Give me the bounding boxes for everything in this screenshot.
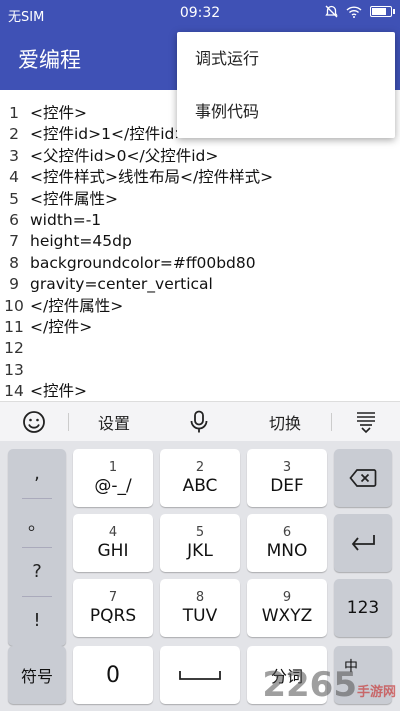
line-number: 1: [9, 104, 19, 122]
key-2[interactable]: 2 ABC: [160, 449, 240, 507]
status-icons: [325, 5, 395, 18]
code-line[interactable]: 14 <控件>: [0, 381, 400, 401]
punct-key-question[interactable]: ?: [8, 547, 66, 596]
line-number: 9: [9, 275, 19, 294]
emoji-button[interactable]: [0, 402, 68, 442]
code-text: backgroundcolor=#ff00bd80: [30, 253, 256, 272]
key-5[interactable]: 5 JKL: [160, 514, 240, 572]
code-text: <父控件id>0</父控件id>: [30, 146, 219, 165]
punctuation-column: , 。 ? !: [8, 449, 66, 646]
status-bar: 无SIM 09:32: [0, 0, 400, 28]
key-6[interactable]: 6 MNO: [247, 514, 327, 572]
code-line[interactable]: 8 backgroundcolor=#ff00bd80: [0, 253, 400, 274]
code-text: <控件样式>线性布局</控件样式>: [30, 168, 274, 187]
alarm-muted-icon: [325, 5, 338, 18]
code-text: <控件>: [30, 382, 87, 401]
wifi-icon: [346, 5, 362, 18]
keyboard-toolbar: 设置 切换: [0, 401, 400, 441]
line-number: 4: [9, 168, 19, 187]
code-line[interactable]: 10 </控件属性>: [0, 296, 400, 317]
code-text: width=-1: [30, 210, 102, 229]
code-line[interactable]: 9 gravity=center_vertical: [0, 274, 400, 295]
menu-item-debug-run[interactable]: 调式运行: [177, 32, 395, 85]
key-8[interactable]: 8 TUV: [160, 579, 240, 637]
overflow-menu: 调式运行 事例代码: [177, 32, 395, 138]
code-text: </控件>: [30, 317, 93, 336]
punct-key-comma[interactable]: ,: [8, 449, 66, 498]
battery-icon: [370, 6, 395, 17]
space-icon: [179, 671, 221, 680]
key-9[interactable]: 9 WXYZ: [247, 579, 327, 637]
voice-input-button[interactable]: [159, 402, 239, 442]
line-number: 8: [9, 253, 19, 272]
code-line[interactable]: 7 height=45dp: [0, 231, 400, 252]
code-line[interactable]: 5 <控件属性>: [0, 189, 400, 210]
punct-key-period[interactable]: 。: [8, 498, 66, 547]
line-number: 5: [9, 189, 19, 208]
punct-key-exclaim[interactable]: !: [8, 596, 66, 645]
key-1[interactable]: 1 @-_/: [73, 449, 153, 507]
line-number: 13: [4, 360, 24, 379]
hide-keyboard-icon: [357, 411, 375, 433]
code-text: gravity=center_vertical: [30, 275, 213, 294]
app-title: 爱编程: [18, 48, 81, 72]
code-line[interactable]: 12: [0, 338, 400, 359]
backspace-icon: [349, 469, 377, 487]
key-7[interactable]: 7 PQRS: [73, 579, 153, 637]
line-number: 3: [9, 146, 19, 165]
code-line[interactable]: 11 </控件>: [0, 317, 400, 338]
switch-button[interactable]: 切换: [239, 402, 331, 442]
code-text: </控件属性>: [30, 296, 124, 315]
settings-button[interactable]: 设置: [69, 402, 159, 442]
t9-keyboard: , 。 ? ! 1 @-_/ 2 ABC 3 DEF 4 GHI 5 JKL 6 MNO 7…: [0, 441, 400, 711]
code-text: <控件id>1</控件id>: [30, 125, 188, 144]
key-0[interactable]: 0: [73, 646, 153, 704]
microphone-icon: [190, 410, 208, 432]
line-number: 14: [4, 382, 24, 401]
space-key[interactable]: [160, 646, 240, 704]
key-4[interactable]: 4 GHI: [73, 514, 153, 572]
line-number: 2: [9, 125, 19, 144]
enter-key[interactable]: [334, 514, 392, 572]
line-number: 6: [9, 210, 19, 229]
line-number: 11: [4, 317, 24, 336]
symbols-key[interactable]: 符号: [8, 646, 66, 704]
code-text: <控件属性>: [30, 189, 118, 208]
line-number: 12: [4, 339, 24, 358]
menu-item-sample-code[interactable]: 事例代码: [177, 85, 395, 138]
code-line[interactable]: 13: [0, 360, 400, 381]
watermark: 2265手游网: [262, 665, 396, 705]
key-3[interactable]: 3 DEF: [247, 449, 327, 507]
code-line[interactable]: 6 width=-1: [0, 210, 400, 231]
code-line[interactable]: 4 <控件样式>线性布局</控件样式>: [0, 167, 400, 188]
code-text: <控件>: [30, 104, 87, 122]
line-number: 10: [4, 296, 24, 315]
line-number: 7: [9, 232, 19, 251]
numeric-switch-key[interactable]: 123: [334, 579, 392, 637]
hide-keyboard-button[interactable]: [332, 402, 400, 442]
backspace-key[interactable]: [334, 449, 392, 507]
emoji-icon: [23, 410, 45, 433]
code-line[interactable]: 3 <父控件id>0</父控件id>: [0, 146, 400, 167]
code-text: height=45dp: [30, 232, 132, 251]
enter-icon: [351, 535, 375, 551]
